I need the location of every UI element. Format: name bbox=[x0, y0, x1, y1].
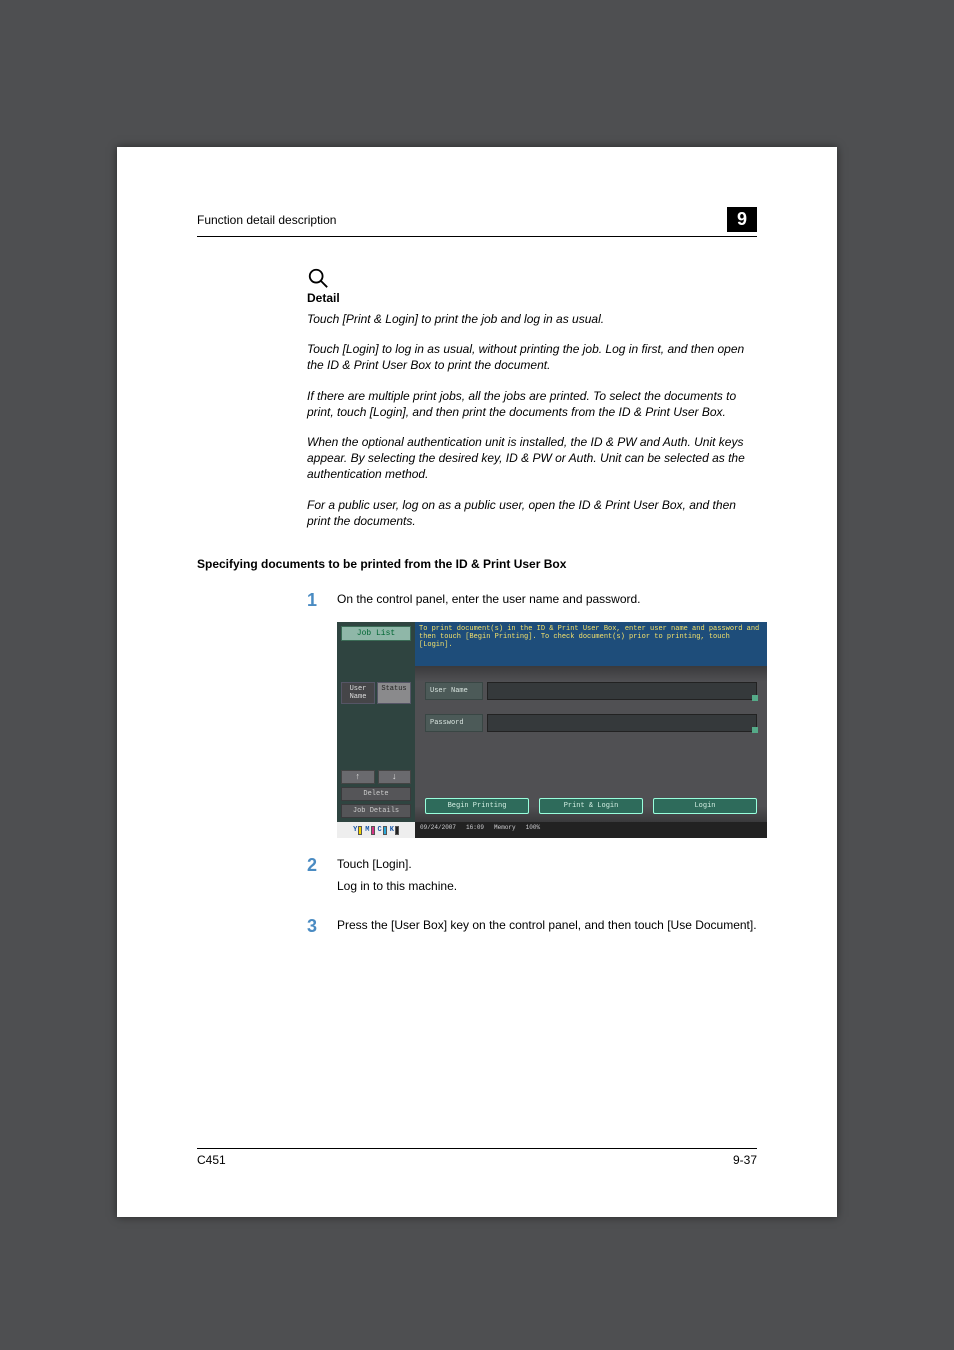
status-mem-value: 100% bbox=[526, 824, 540, 836]
footer-model: C451 bbox=[197, 1153, 226, 1167]
toner-levels: Y M C K bbox=[337, 822, 415, 838]
job-details-button[interactable]: Job Details bbox=[341, 804, 411, 818]
page-header: Function detail description 9 bbox=[197, 207, 757, 237]
begin-printing-button[interactable]: Begin Printing bbox=[425, 798, 529, 814]
toner-m-label: M bbox=[365, 826, 369, 834]
step-number: 2 bbox=[307, 856, 337, 874]
step-number: 1 bbox=[307, 591, 337, 609]
screenshot-top: Job List To print document(s) in the ID … bbox=[337, 622, 767, 666]
chapter-number-badge: 9 bbox=[727, 207, 757, 232]
detail-paragraph: Touch [Login] to log in as usual, withou… bbox=[307, 341, 757, 373]
detail-paragraph: When the optional authentication unit is… bbox=[307, 434, 757, 483]
detail-note: Detail Touch [Print & Login] to print th… bbox=[307, 291, 757, 529]
scroll-down-button[interactable]: ↓ bbox=[378, 770, 412, 784]
screenshot-sidebar: User Name Status ↑ ↓ Delete Job Details bbox=[337, 666, 415, 822]
username-label: User Name bbox=[425, 682, 483, 700]
status-mem-label: Memory bbox=[494, 824, 516, 836]
screenshot-status-bar: Y M C K 09/24/2007 16:09 Memory 100% bbox=[337, 822, 767, 838]
print-and-login-button[interactable]: Print & Login bbox=[539, 798, 643, 814]
scroll-arrows: ↑ ↓ bbox=[341, 770, 411, 784]
step-text: Log in to this machine. bbox=[337, 878, 457, 895]
step-number: 3 bbox=[307, 917, 337, 935]
detail-paragraph: If there are multiple print jobs, all th… bbox=[307, 388, 757, 420]
main-spacer bbox=[425, 746, 757, 764]
section-heading: Specifying documents to be printed from … bbox=[197, 557, 757, 571]
step-text: Press the [User Box] key on the control … bbox=[337, 917, 757, 934]
toner-m-icon: M bbox=[365, 826, 374, 835]
step-3: 3 Press the [User Box] key on the contro… bbox=[307, 917, 757, 938]
password-field-row: Password bbox=[425, 714, 757, 732]
status-time: 16:09 bbox=[466, 824, 484, 836]
footer-page-number: 9-37 bbox=[733, 1153, 757, 1167]
screenshot-guidance-message: To print document(s) in the ID & Print U… bbox=[415, 622, 767, 666]
toner-y-label: Y bbox=[353, 826, 357, 834]
steps-column: 1 On the control panel, enter the user n… bbox=[307, 591, 757, 939]
step-2: 2 Touch [Login]. Log in to this machine. bbox=[307, 856, 757, 899]
detail-paragraph: Touch [Print & Login] to print the job a… bbox=[307, 311, 757, 327]
password-label: Password bbox=[425, 714, 483, 732]
username-input[interactable] bbox=[487, 682, 757, 700]
page-footer: C451 9-37 bbox=[197, 1148, 757, 1167]
job-list-button[interactable]: Job List bbox=[341, 626, 411, 641]
screenshot-body: User Name Status ↑ ↓ Delete Job Details … bbox=[337, 666, 767, 822]
step-text: Touch [Login]. bbox=[337, 856, 457, 873]
document-page: Function detail description 9 Detail Tou… bbox=[117, 147, 837, 1217]
toner-k-label: K bbox=[390, 826, 394, 834]
tab-username[interactable]: User Name bbox=[341, 682, 375, 704]
detail-heading: Detail bbox=[307, 291, 757, 305]
step-body: On the control panel, enter the user nam… bbox=[337, 591, 641, 612]
toner-c-label: C bbox=[378, 826, 382, 834]
sidebar-spacer bbox=[341, 707, 411, 767]
username-field-row: User Name bbox=[425, 682, 757, 700]
step-body: Touch [Login]. Log in to this machine. bbox=[337, 856, 457, 899]
screenshot-sidebar-top: Job List bbox=[337, 622, 415, 666]
tab-status[interactable]: Status bbox=[377, 682, 411, 704]
running-head: Function detail description bbox=[197, 213, 336, 227]
sidebar-tabs: User Name Status bbox=[341, 682, 411, 704]
action-buttons: Begin Printing Print & Login Login bbox=[425, 798, 757, 814]
screenshot-main: User Name Password Begin Printing Print … bbox=[415, 666, 767, 822]
magnifier-icon bbox=[307, 267, 329, 289]
scroll-up-button[interactable]: ↑ bbox=[341, 770, 375, 784]
status-date: 09/24/2007 bbox=[420, 824, 456, 836]
step-1: 1 On the control panel, enter the user n… bbox=[307, 591, 757, 612]
toner-k-icon: K bbox=[390, 826, 399, 835]
delete-button[interactable]: Delete bbox=[341, 787, 411, 801]
panel-screenshot: Job List To print document(s) in the ID … bbox=[337, 622, 767, 838]
toner-y-icon: Y bbox=[353, 826, 362, 835]
content-column: Detail Touch [Print & Login] to print th… bbox=[307, 267, 757, 529]
login-button[interactable]: Login bbox=[653, 798, 757, 814]
password-input[interactable] bbox=[487, 714, 757, 732]
detail-paragraph: For a public user, log on as a public us… bbox=[307, 497, 757, 529]
status-readout: 09/24/2007 16:09 Memory 100% bbox=[415, 822, 767, 838]
step-body: Press the [User Box] key on the control … bbox=[337, 917, 757, 938]
toner-c-icon: C bbox=[378, 826, 387, 835]
step-text: On the control panel, enter the user nam… bbox=[337, 591, 641, 608]
